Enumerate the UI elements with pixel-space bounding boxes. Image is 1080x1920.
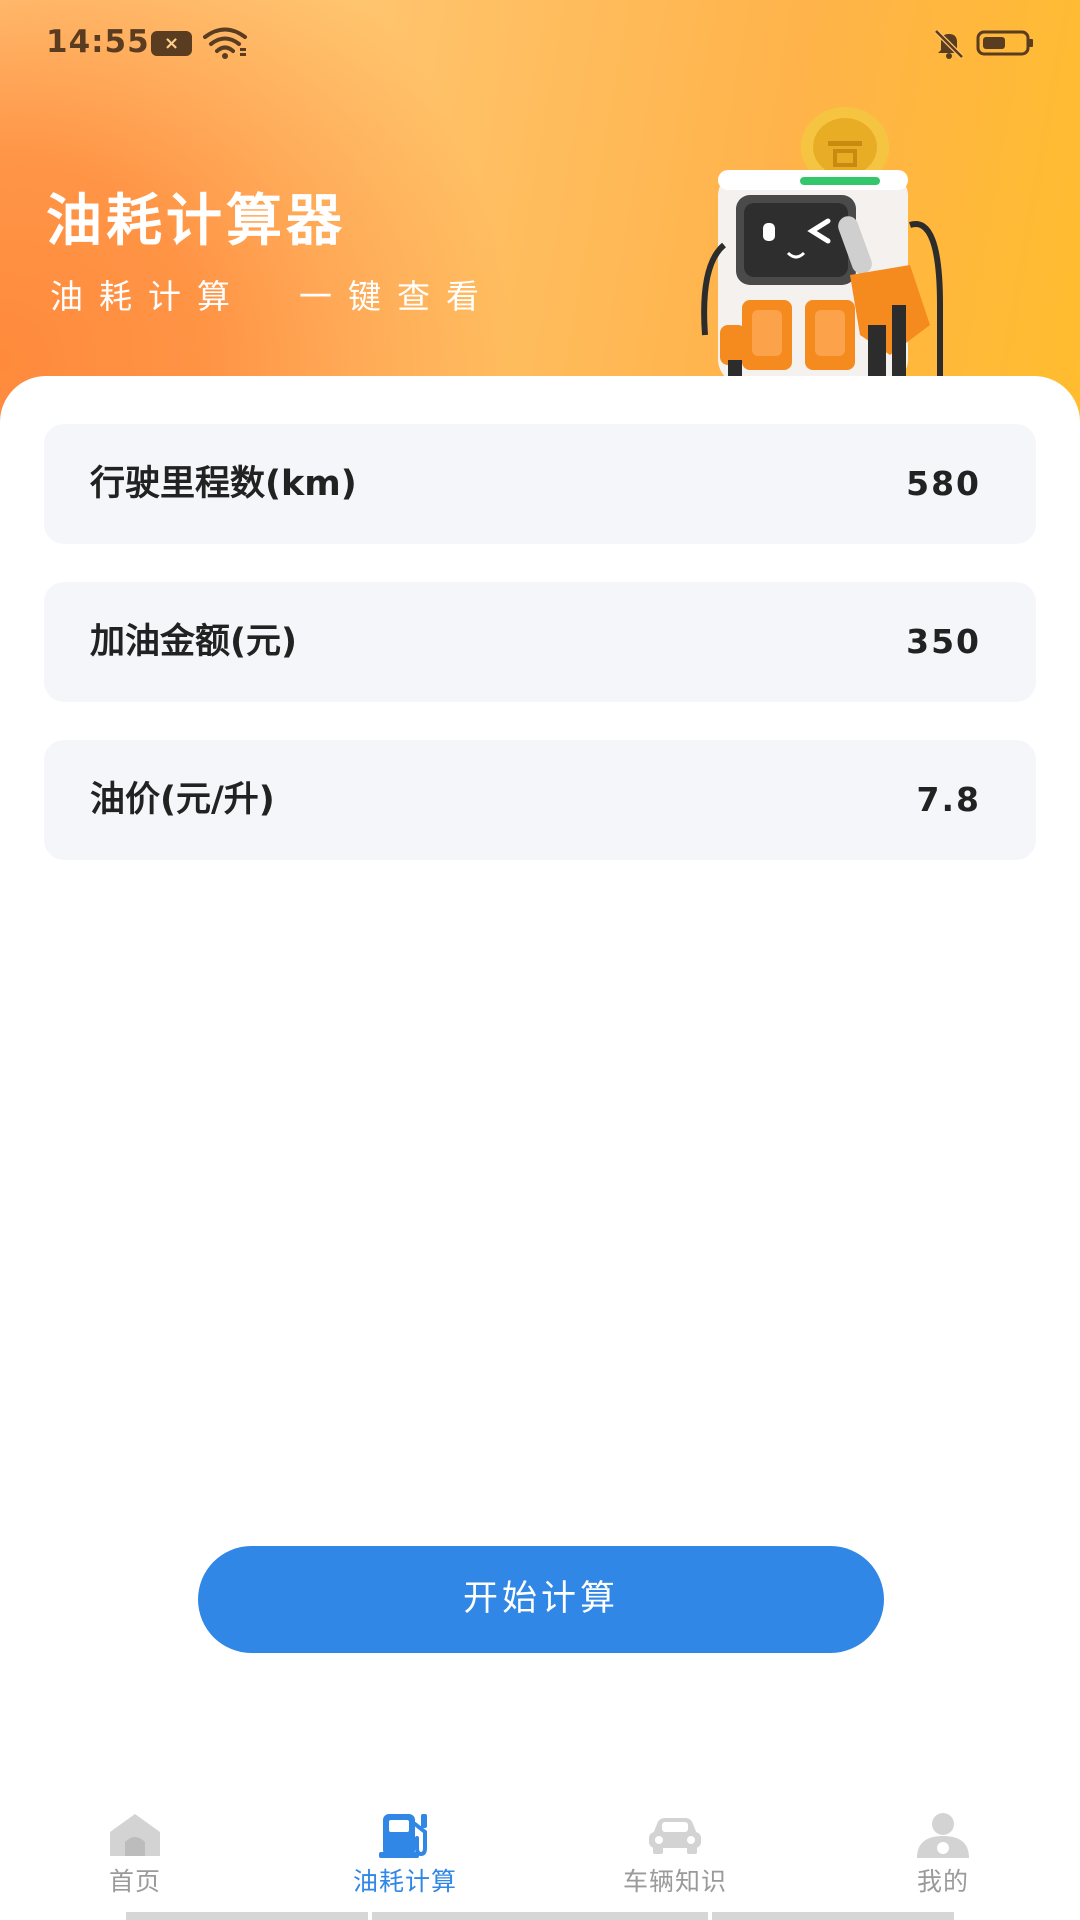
page-title: 油耗计算器 bbox=[46, 189, 346, 254]
refuel-amount-field[interactable]: 加油金额(元) 350 bbox=[44, 582, 1036, 702]
bell-off-icon bbox=[934, 29, 964, 59]
form-card: 行驶里程数(km) 580 加油金额(元) 350 油价(元/升) 7.8 bbox=[0, 376, 1080, 1920]
nav-label-home: 首页 bbox=[108, 1867, 161, 1896]
gesture-bar-segment bbox=[372, 1912, 708, 1920]
car-icon bbox=[649, 1818, 701, 1854]
nav-item-fuel-calc[interactable]: 油耗计算 bbox=[305, 1800, 505, 1910]
nav-label-mine: 我的 bbox=[916, 1867, 969, 1896]
page-subtitle: 油耗计算 一键查看 bbox=[50, 277, 495, 316]
wifi-icon bbox=[203, 27, 247, 59]
nav-label-fuel-calc: 油耗计算 bbox=[352, 1867, 457, 1896]
start-calculation-button[interactable]: 开始计算 bbox=[198, 1546, 884, 1653]
refuel-amount-label: 加油金额(元) bbox=[90, 622, 297, 662]
nav-label-car-knowledge: 车辆知识 bbox=[622, 1867, 727, 1896]
status-time: 14:55 bbox=[46, 24, 150, 60]
nav-item-car-knowledge[interactable]: 车辆知识 bbox=[575, 1800, 775, 1910]
home-icon bbox=[110, 1814, 160, 1856]
gesture-bar-segment bbox=[126, 1912, 368, 1920]
mileage-label: 行驶里程数(km) bbox=[90, 464, 357, 504]
mileage-value[interactable]: 580 bbox=[906, 424, 981, 544]
nav-item-mine[interactable]: 我的 bbox=[843, 1800, 1043, 1910]
fuel-price-field[interactable]: 油价(元/升) 7.8 bbox=[44, 740, 1036, 860]
nav-item-home[interactable]: 首页 bbox=[35, 1800, 235, 1910]
header-banner: 14:55 × 油耗计算器 油耗计算 一键查看 bbox=[0, 0, 1080, 430]
bottom-nav: 首页 油耗计算 车辆知识 我的 bbox=[0, 1800, 1080, 1920]
fuel-price-label: 油价(元/升) bbox=[90, 780, 275, 820]
refuel-amount-value[interactable]: 350 bbox=[906, 582, 981, 702]
user-icon bbox=[917, 1813, 969, 1858]
fuel-pump-mascot-icon bbox=[701, 107, 943, 385]
mileage-field[interactable]: 行驶里程数(km) 580 bbox=[44, 424, 1036, 544]
gesture-bar-segment bbox=[712, 1912, 954, 1920]
battery-icon bbox=[976, 30, 1033, 56]
notification-icon: × bbox=[151, 31, 192, 56]
fuel-price-value[interactable]: 7.8 bbox=[917, 740, 981, 860]
status-bar: 14:55 × bbox=[0, 0, 1080, 86]
fuel-pump-icon bbox=[379, 1814, 427, 1858]
